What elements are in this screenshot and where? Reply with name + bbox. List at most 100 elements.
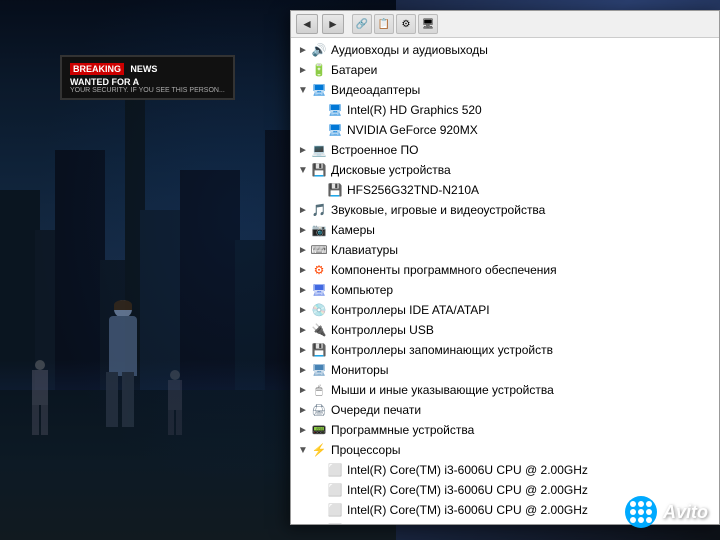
tree-icon-video: 🖥 xyxy=(311,82,327,98)
billboard-wanted-text: WANTED FOR A xyxy=(70,77,225,87)
tree-item-computer[interactable]: ►🖥 Компьютер xyxy=(291,280,719,300)
tree-item-builtin[interactable]: ►💻 Встроенное ПО xyxy=(291,140,719,160)
tree-icon-usb: 🔌 xyxy=(311,322,327,338)
tree-item-ide[interactable]: ►💿 Контроллеры IDE ATA/ATAPI xyxy=(291,300,719,320)
avito-dot-2 xyxy=(638,501,644,507)
tree-expander-disk[interactable]: ▼ xyxy=(295,162,311,178)
tree-icon-disk: 💾 xyxy=(311,162,327,178)
tree-item-nvidia-gpu[interactable]: 🖥NVIDIA GeForce 920MX xyxy=(291,120,719,140)
tree-expander-audio[interactable]: ► xyxy=(295,42,311,58)
tree-expander-camera[interactable]: ► xyxy=(295,222,311,238)
toolbar-icon-4[interactable]: 🖥 xyxy=(418,14,438,34)
tree-icon-audio: 🔊 xyxy=(311,42,327,58)
tree-expander-builtin[interactable]: ► xyxy=(295,142,311,158)
tree-label-cpu3: Intel(R) Core(TM) i3-6006U CPU @ 2.00GHz xyxy=(347,503,588,517)
tree-label-intel-gpu: Intel(R) HD Graphics 520 xyxy=(347,103,482,117)
tree-item-components[interactable]: ►⚙Компоненты программного обеспечения xyxy=(291,260,719,280)
tree-icon-computer: 🖥 xyxy=(311,282,327,298)
tree-icon-monitor: 🖥 xyxy=(311,362,327,378)
tree-label-camera: Камеры xyxy=(331,223,375,237)
toolbar-icon-3[interactable]: ⚙ xyxy=(396,14,416,34)
tree-label-mouse: Мыши и иные указывающие устройства xyxy=(331,383,554,397)
tree-icon-cpu2: ⬜ xyxy=(327,482,343,498)
tree-icon-program-dev: 📟 xyxy=(311,422,327,438)
avito-dot-7 xyxy=(630,517,636,523)
tree-expander-usb[interactable]: ► xyxy=(295,322,311,338)
tree-expander-keyboard[interactable]: ► xyxy=(295,242,311,258)
tree-icon-mouse: 🖱 xyxy=(311,382,327,398)
tree-label-cpu2: Intel(R) Core(TM) i3-6006U CPU @ 2.00GHz xyxy=(347,483,588,497)
back-button[interactable]: ◄ xyxy=(296,14,318,34)
tree-expander-sound-dev[interactable]: ► xyxy=(295,202,311,218)
tree-item-intel-gpu[interactable]: 🖥Intel(R) HD Graphics 520 xyxy=(291,100,719,120)
tree-expander-monitor[interactable]: ► xyxy=(295,362,311,378)
avito-dot-8 xyxy=(638,517,644,523)
tree-icon-ide: 💿 xyxy=(311,302,327,318)
avito-dot-4 xyxy=(630,509,636,515)
tree-expander-video[interactable]: ▼ xyxy=(295,82,311,98)
tree-expander-storage-ctrl[interactable]: ► xyxy=(295,342,311,358)
avito-dot-3 xyxy=(646,501,652,507)
tree-item-storage-ctrl[interactable]: ►💾Контроллеры запоминающих устройств xyxy=(291,340,719,360)
tree-label-computer: Компьютер xyxy=(331,283,393,297)
tree-expander-battery[interactable]: ► xyxy=(295,62,311,78)
tree-icon-storage-ctrl: 💾 xyxy=(311,342,327,358)
tree-expander-components[interactable]: ► xyxy=(295,262,311,278)
toolbar-icon-1[interactable]: 🔗 xyxy=(352,14,372,34)
tree-item-hdd1[interactable]: 💾HFS256G32TND-N210A xyxy=(291,180,719,200)
tree-item-keyboard[interactable]: ►⌨Клавиатуры xyxy=(291,240,719,260)
tree-icon-hdd1: 💾 xyxy=(327,182,343,198)
tree-label-monitor: Мониторы xyxy=(331,363,388,377)
toolbar-icons: 🔗 📋 ⚙ 🖥 xyxy=(352,14,438,34)
tree-label-ide: Контроллеры IDE ATA/ATAPI xyxy=(331,303,490,317)
avito-dot-5 xyxy=(638,509,644,515)
billboard-sub-text: YOUR SECURITY. IF YOU SEE THIS PERSON... xyxy=(70,87,225,94)
tree-icon-cpu3: ⬜ xyxy=(327,502,343,518)
tree-item-audio[interactable]: ►🔊 Аудиовходы и аудиовыходы xyxy=(291,40,719,60)
tree-label-program-dev: Программные устройства xyxy=(331,423,474,437)
tree-label-sound-dev: Звуковые, игровые и видеоустройства xyxy=(331,203,545,217)
tree-expander-cpu1 xyxy=(311,462,327,478)
tree-expander-cpu-cat[interactable]: ▼ xyxy=(295,442,311,458)
tree-item-camera[interactable]: ►📷Камеры xyxy=(291,220,719,240)
tree-icon-components: ⚙ xyxy=(311,262,327,278)
tree-item-sound-dev[interactable]: ►🎵Звуковые, игровые и видеоустройства xyxy=(291,200,719,220)
tree-item-print[interactable]: ►🖨Очереди печати xyxy=(291,400,719,420)
tree-expander-print[interactable]: ► xyxy=(295,402,311,418)
news-label: NEWS xyxy=(130,64,157,74)
tree-item-battery[interactable]: ►🔋Батареи xyxy=(291,60,719,80)
tree-expander-nvidia-gpu xyxy=(311,122,327,138)
tree-expander-ide[interactable]: ► xyxy=(295,302,311,318)
tree-label-audio: Аудиовходы и аудиовыходы xyxy=(331,43,488,57)
forward-button[interactable]: ► xyxy=(322,14,344,34)
tree-label-nvidia-gpu: NVIDIA GeForce 920MX xyxy=(347,123,478,137)
tree-expander-program-dev[interactable]: ► xyxy=(295,422,311,438)
tree-expander-intel-gpu xyxy=(311,102,327,118)
tree-item-mouse[interactable]: ►🖱 Мыши и иные указывающие устройства xyxy=(291,380,719,400)
tree-expander-computer[interactable]: ► xyxy=(295,282,311,298)
tree-item-monitor[interactable]: ►🖥 Мониторы xyxy=(291,360,719,380)
tree-item-video[interactable]: ▼🖥Видеоадаптеры xyxy=(291,80,719,100)
tree-expander-cpu3 xyxy=(311,502,327,518)
tree-item-cpu-cat[interactable]: ▼⚡ Процессоры xyxy=(291,440,719,460)
tree-item-disk[interactable]: ▼💾 Дисковые устройства xyxy=(291,160,719,180)
tree-icon-cpu4: ⬜ xyxy=(327,522,343,524)
tree-label-builtin: Встроенное ПО xyxy=(331,143,418,157)
avito-dot-9 xyxy=(646,517,652,523)
tree-label-disk: Дисковые устройства xyxy=(331,163,451,177)
tree-icon-cpu-cat: ⚡ xyxy=(311,442,327,458)
toolbar-icon-2[interactable]: 📋 xyxy=(374,14,394,34)
tree-expander-cpu2 xyxy=(311,482,327,498)
tree-item-program-dev[interactable]: ►📟 Программные устройства xyxy=(291,420,719,440)
avito-badge: Avito xyxy=(625,496,708,528)
tree-label-cpu-cat: Процессоры xyxy=(331,443,401,457)
avito-dot-1 xyxy=(630,501,636,507)
tree-icon-builtin: 💻 xyxy=(311,142,327,158)
tree-item-usb[interactable]: ►🔌Контроллеры USB xyxy=(291,320,719,340)
tree-label-cpu1: Intel(R) Core(TM) i3-6006U CPU @ 2.00GHz xyxy=(347,463,588,477)
tree-expander-mouse[interactable]: ► xyxy=(295,382,311,398)
tree-item-cpu1[interactable]: ⬜Intel(R) Core(TM) i3-6006U CPU @ 2.00GH… xyxy=(291,460,719,480)
dm-toolbar: ◄ ► 🔗 📋 ⚙ 🖥 xyxy=(291,11,719,38)
avito-dots xyxy=(625,496,657,528)
device-tree[interactable]: ►🔊Аудиовходы и аудиовыходы►🔋Батареи▼🖥Вид… xyxy=(291,38,719,524)
